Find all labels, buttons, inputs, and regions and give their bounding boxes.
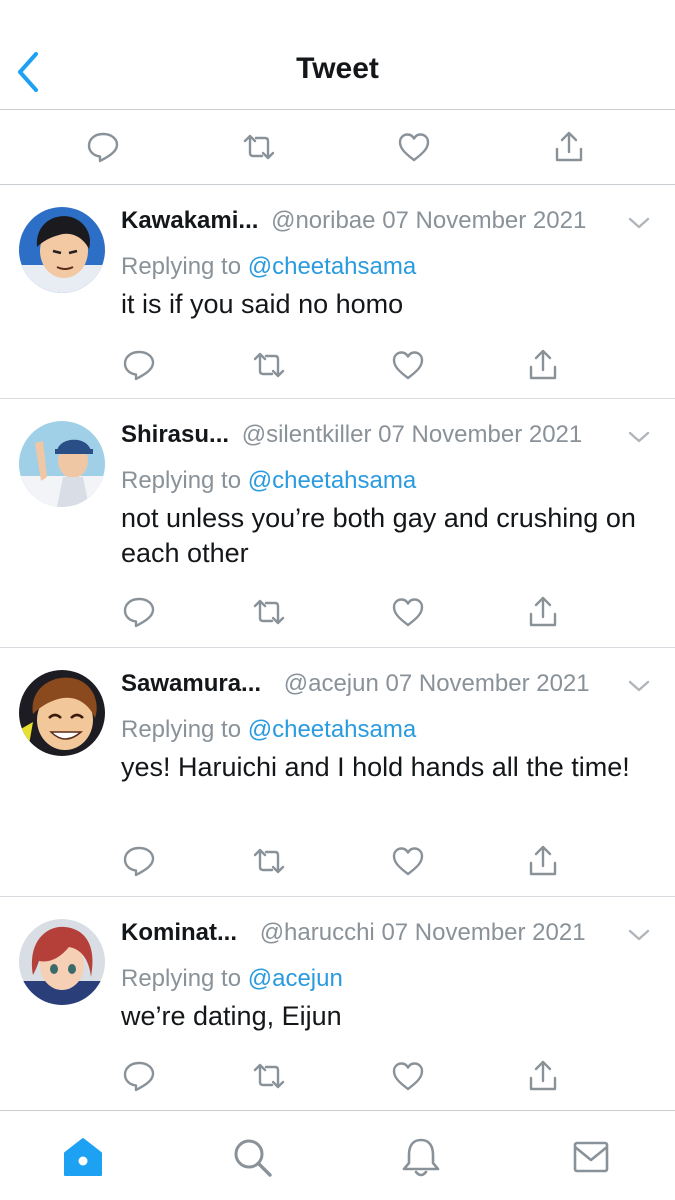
- replying-to-label: Replying to: [121, 253, 242, 280]
- tweet-date: 07 November 2021: [378, 421, 583, 448]
- user-handle[interactable]: @noribae: [271, 207, 375, 234]
- chevron-down-icon[interactable]: [627, 925, 651, 945]
- reply-tweet[interactable]: Kominat... @harucchi 07 November 2021 Re…: [0, 897, 675, 1110]
- replying-to: Replying to @cheetahsama: [121, 716, 416, 744]
- home-icon[interactable]: [61, 1135, 105, 1179]
- retweet-icon[interactable]: [251, 594, 287, 630]
- tweet-text: yes! Haruichi and I hold hands all the t…: [121, 752, 630, 782]
- replying-to-label: Replying to: [121, 467, 242, 494]
- reply-icon[interactable]: [121, 1058, 157, 1094]
- share-icon[interactable]: [525, 1058, 561, 1094]
- tweet-date: 07 November 2021: [381, 919, 586, 946]
- chevron-down-icon[interactable]: [627, 427, 651, 447]
- replying-to: Replying to @cheetahsama: [121, 467, 416, 495]
- like-icon[interactable]: [396, 129, 432, 165]
- top-nav-bar: Tweet: [0, 0, 675, 110]
- search-icon[interactable]: [230, 1135, 274, 1179]
- display-name[interactable]: Shirasu...: [121, 421, 229, 448]
- tweet-header: Shirasu... @silentkiller 07 November 202…: [121, 421, 651, 455]
- like-icon[interactable]: [390, 594, 426, 630]
- retweet-icon[interactable]: [251, 843, 287, 879]
- display-name[interactable]: Kominat...: [121, 919, 237, 946]
- reply-icon[interactable]: [121, 843, 157, 879]
- tweet-text: it is if you said no homo: [121, 289, 404, 319]
- reply-tweet[interactable]: Shirasu... @silentkiller 07 November 202…: [0, 399, 675, 648]
- user-handle[interactable]: @acejun: [284, 670, 379, 697]
- replying-to-label: Replying to: [121, 965, 242, 992]
- reply-tweet[interactable]: Kawakami... @noribae 07 November 2021 Re…: [0, 185, 675, 399]
- mention-link[interactable]: @cheetahsama: [248, 467, 416, 494]
- like-icon[interactable]: [390, 843, 426, 879]
- chevron-down-icon[interactable]: [627, 676, 651, 696]
- display-name[interactable]: Sawamura...: [121, 670, 261, 697]
- user-handle[interactable]: @harucchi: [260, 919, 375, 946]
- share-icon[interactable]: [525, 843, 561, 879]
- main-tweet-action-bar: [0, 111, 675, 185]
- retweet-icon[interactable]: [241, 129, 277, 165]
- reply-icon[interactable]: [85, 129, 121, 165]
- messages-icon[interactable]: [569, 1135, 613, 1179]
- like-icon[interactable]: [390, 1058, 426, 1094]
- avatar[interactable]: [19, 919, 105, 1005]
- bottom-tab-bar: [0, 1110, 675, 1200]
- retweet-icon[interactable]: [251, 1058, 287, 1094]
- share-icon[interactable]: [551, 129, 587, 165]
- replying-to: Replying to @acejun: [121, 965, 343, 993]
- reply-icon[interactable]: [121, 594, 157, 630]
- replying-to: Replying to @cheetahsama: [121, 253, 416, 281]
- tweet-header: Kawakami... @noribae 07 November 2021: [121, 207, 651, 241]
- user-handle[interactable]: @silentkiller: [242, 421, 372, 448]
- reply-tweet[interactable]: Sawamura... @acejun 07 November 2021 Rep…: [0, 648, 675, 897]
- share-icon[interactable]: [525, 594, 561, 630]
- retweet-icon[interactable]: [251, 347, 287, 383]
- avatar[interactable]: [19, 670, 105, 756]
- chevron-down-icon[interactable]: [627, 213, 651, 233]
- replying-to-label: Replying to: [121, 716, 242, 743]
- display-name[interactable]: Kawakami...: [121, 207, 258, 234]
- like-icon[interactable]: [390, 347, 426, 383]
- tweet-header: Kominat... @harucchi 07 November 2021: [121, 919, 651, 953]
- mention-link[interactable]: @acejun: [248, 965, 343, 992]
- page-title: Tweet: [296, 52, 379, 85]
- reply-icon[interactable]: [121, 347, 157, 383]
- tweet-text: not unless you’re both gay and crushing …: [121, 503, 636, 568]
- tweet-text: we’re dating, Eijun: [121, 1001, 342, 1031]
- tweet-header: Sawamura... @acejun 07 November 2021: [121, 670, 651, 704]
- share-icon[interactable]: [525, 347, 561, 383]
- mention-link[interactable]: @cheetahsama: [248, 716, 416, 743]
- avatar[interactable]: [19, 207, 105, 293]
- mention-link[interactable]: @cheetahsama: [248, 253, 416, 280]
- avatar[interactable]: [19, 421, 105, 507]
- tweet-date: 07 November 2021: [382, 207, 587, 234]
- tweet-date: 07 November 2021: [385, 670, 590, 697]
- notifications-icon[interactable]: [399, 1135, 443, 1179]
